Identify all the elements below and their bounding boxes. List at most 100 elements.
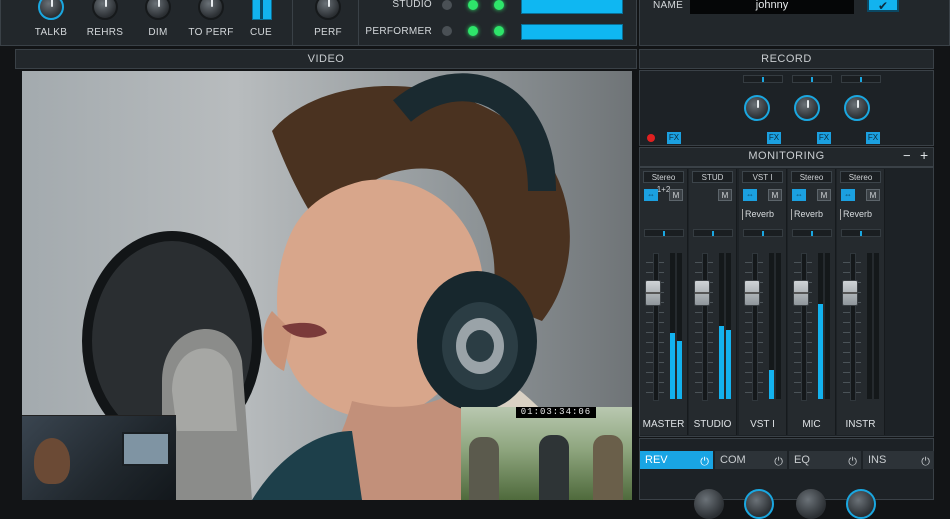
- fader-track: [801, 253, 807, 401]
- record-gain-knob-mic[interactable]: [794, 95, 820, 121]
- performer-led-1[interactable]: [442, 26, 452, 36]
- tab-rev[interactable]: REV ⏻: [640, 451, 713, 469]
- pan-control[interactable]: [743, 229, 783, 237]
- record-gain-knob-vst[interactable]: [744, 95, 770, 121]
- fx-param-knob[interactable]: [796, 489, 826, 519]
- record-trim-vst[interactable]: [743, 75, 783, 83]
- fader-handle[interactable]: [694, 280, 710, 306]
- record-panel: [639, 70, 934, 146]
- tab-label: EQ: [794, 454, 810, 466]
- record-fx-button-instr[interactable]: FX: [866, 132, 880, 144]
- pip-person: [34, 438, 70, 484]
- performer-led-2[interactable]: [468, 26, 478, 36]
- fader-track: [653, 253, 659, 401]
- studio-led-1[interactable]: [442, 0, 452, 10]
- send-slot[interactable]: Reverb: [742, 209, 786, 220]
- fader-track: [850, 253, 856, 401]
- pan-control[interactable]: [841, 229, 881, 237]
- pip-webcam[interactable]: [22, 415, 176, 500]
- record-trim-mic[interactable]: [792, 75, 832, 83]
- power-icon[interactable]: ⏻: [700, 453, 709, 471]
- fader-handle[interactable]: [842, 280, 858, 306]
- performer-route-label: PERFORMER: [365, 26, 432, 37]
- mute-button[interactable]: M: [768, 189, 782, 201]
- send-slot[interactable]: Reverb: [840, 209, 884, 220]
- pan-control[interactable]: [792, 229, 832, 237]
- video-frame[interactable]: 01:03:34:06: [22, 71, 632, 500]
- record-fx-button[interactable]: FX: [667, 132, 681, 144]
- divider: [358, 0, 359, 46]
- send-slot[interactable]: Reverb: [791, 209, 835, 220]
- studio-led-3[interactable]: [494, 0, 504, 10]
- tab-label: INS: [868, 454, 887, 466]
- input-select[interactable]: STUD: [692, 171, 733, 183]
- studio-level-bar[interactable]: [521, 0, 623, 14]
- tab-com[interactable]: COM ⏻: [715, 451, 787, 469]
- level-meter: [719, 253, 724, 399]
- monitoring-expand-button[interactable]: +: [920, 147, 928, 163]
- channel-strip-instr: Stereo ⇔ M Reverb INSTR: [837, 169, 885, 435]
- mute-button[interactable]: M: [669, 189, 683, 201]
- video-title: VIDEO: [307, 53, 345, 65]
- performer-level-bar[interactable]: [521, 24, 623, 40]
- link-button[interactable]: ⇔: [743, 189, 757, 201]
- channel-strip-studio: STUD M STUDIO: [689, 169, 737, 435]
- channel-strip-mic: Stereo ⇔ M Reverb MIC: [788, 169, 836, 435]
- cue-label: CUE: [249, 27, 272, 38]
- studio-route-label: STUDIO: [392, 0, 432, 10]
- fader-handle[interactable]: [744, 280, 760, 306]
- name-input[interactable]: johnny: [690, 0, 854, 14]
- cue-button[interactable]: [252, 0, 272, 20]
- input-select[interactable]: Stereo: [791, 171, 832, 183]
- to-perf-label: TO PERF: [188, 27, 234, 38]
- confirm-check-icon[interactable]: ✔: [867, 0, 899, 13]
- mute-button[interactable]: M: [866, 189, 880, 201]
- mute-button[interactable]: M: [718, 189, 732, 201]
- record-fx-button-mic[interactable]: FX: [817, 132, 831, 144]
- tab-ins[interactable]: INS ⏻: [863, 451, 934, 469]
- level-meter: [867, 253, 872, 399]
- rehearse-label: REHRS: [86, 27, 124, 38]
- power-icon[interactable]: ⏻: [774, 453, 783, 471]
- fader-handle[interactable]: [645, 280, 661, 306]
- pan-control[interactable]: [693, 229, 733, 237]
- timecode-display: 01:03:34:06: [516, 407, 596, 418]
- perf-label: PERF: [314, 27, 342, 38]
- record-trim-instr[interactable]: [841, 75, 881, 83]
- fx-param-knob[interactable]: [744, 489, 774, 519]
- power-icon[interactable]: ⏻: [921, 453, 930, 471]
- name-label: NAME: [652, 0, 684, 11]
- link-button[interactable]: ⇔: [792, 189, 806, 201]
- record-fx-button-vst[interactable]: FX: [767, 132, 781, 144]
- pan-control[interactable]: [644, 229, 684, 237]
- clip-figure: [593, 435, 623, 500]
- tab-eq[interactable]: EQ ⏻: [789, 451, 861, 469]
- level-meter: [825, 253, 830, 399]
- mute-button[interactable]: M: [817, 189, 831, 201]
- fx-panel: [639, 438, 934, 500]
- channel-strip-vst: VST I ⇔ M Reverb VST I: [739, 169, 787, 435]
- record-gain-knob-instr[interactable]: [844, 95, 870, 121]
- input-select[interactable]: Stereo 1+2: [643, 171, 684, 194]
- pip-film-clip[interactable]: 01:03:34:06: [461, 407, 632, 500]
- clip-figure: [469, 437, 499, 500]
- channel-name: MIC: [802, 419, 821, 430]
- fx-param-knob[interactable]: [846, 489, 876, 519]
- channel-name: MASTER: [642, 419, 685, 430]
- studio-led-2[interactable]: [468, 0, 478, 10]
- channel-name: INSTR: [845, 419, 876, 430]
- monitoring-collapse-button[interactable]: −: [903, 148, 911, 163]
- level-meter: [726, 253, 731, 399]
- input-select[interactable]: Stereo: [840, 171, 881, 183]
- fader-handle[interactable]: [793, 280, 809, 306]
- fx-param-knob[interactable]: [694, 489, 724, 519]
- link-button[interactable]: ⇔: [841, 189, 855, 201]
- tab-label: REV: [645, 454, 668, 466]
- power-icon[interactable]: ⏻: [848, 453, 857, 471]
- level-meter: [818, 253, 823, 399]
- link-button[interactable]: ⇔: [644, 189, 658, 201]
- performer-led-3[interactable]: [494, 26, 504, 36]
- channel-strip-master: Stereo 1+2 ⇔ M MASTER: [640, 169, 688, 435]
- record-arm-button[interactable]: [647, 134, 655, 142]
- input-select[interactable]: VST I: [742, 171, 783, 183]
